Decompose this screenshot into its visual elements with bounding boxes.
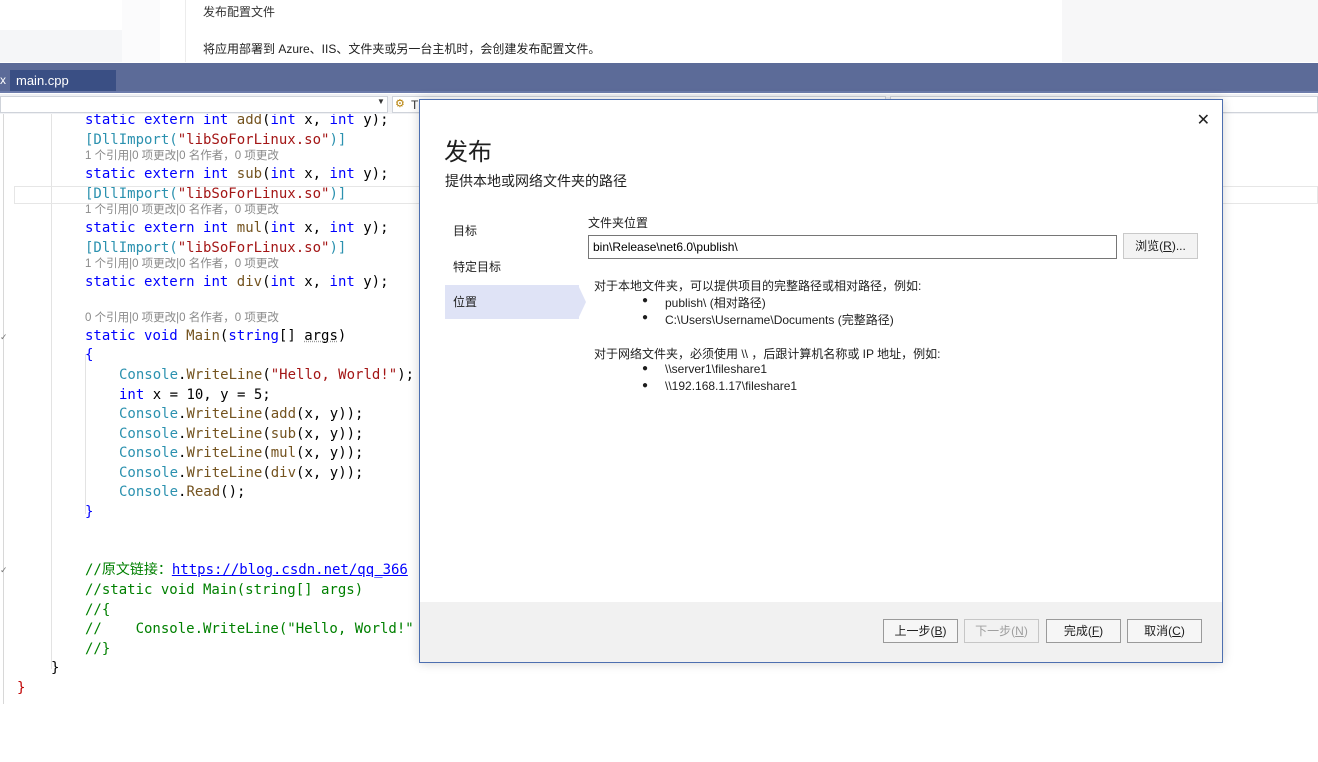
code-line-comment-2: //static void Main(string[] args) [85,582,364,598]
code-line-body-6: Console.WriteLine(div(x, y)); [119,465,364,481]
nav-active-arrow [578,285,586,319]
code-line-class-close: } [51,660,60,676]
close-icon[interactable]: ✕ [1197,110,1210,130]
fold-marker[interactable]: ✓ [0,332,8,343]
project-combo[interactable] [0,96,388,113]
code-line-import-2: [DllImport("libSoForLinux.so")] [85,186,347,202]
folder-path-input[interactable] [588,235,1117,259]
code-line-comment-5: //} [85,641,111,657]
local-folder-help: 对于本地文件夹，可以提供项目的完整路径或相对路径，例如: [594,279,922,293]
cancel-button[interactable]: 取消(C) [1127,619,1202,643]
code-line-import-3: [DllImport("libSoForLinux.so")] [85,240,347,256]
code-line-body-5: Console.WriteLine(mul(x, y)); [119,445,364,461]
code-line-main: static void Main(string[] args) [85,328,347,344]
publish-dialog: ✕ 发布 提供本地或网络文件夹的路径 目标 特定目标 位置 文件夹位置 浏览(R… [419,99,1223,663]
network-example-1: \\server1\fileshare1 [665,362,768,376]
code-line-div: static extern int div(int x, int y); [85,274,389,290]
publish-card-description: 将应用部署到 Azure、IIS、文件夹或另一台主机时，会创建发布配置文件。 [203,42,601,56]
code-line-body-2: int x = 10, y = 5; [119,387,271,403]
next-button[interactable]: 下一步(N) [964,619,1039,643]
bullet-icon: ● [642,295,649,306]
chevron-down-icon[interactable]: ▼ [377,97,385,106]
bullet-icon: ● [642,312,649,323]
codelens-2[interactable]: 1 个引用|0 项更改|0 名作者，0 项更改 [85,203,279,218]
top-right-pane [1062,0,1318,62]
network-folder-help: 对于网络文件夹，必须使用 \\ ，后跟计算机名称或 IP 地址，例如: [594,347,941,361]
codelens-4[interactable]: 0 个引用|0 项更改|0 名作者，0 项更改 [85,311,279,326]
code-line-namespace-close: } [17,680,26,696]
code-line-comment-4: // Console.WriteLine("Hello, World!" [85,621,414,637]
publish-profile-card: 发布配置文件 将应用部署到 Azure、IIS、文件夹或另一台主机时，会创建发布… [185,0,1064,62]
prev-button[interactable]: 上一步(B) [883,619,958,643]
nav-item-location[interactable]: 位置 [445,285,579,319]
local-example-1: publish\ (相对路径) [665,296,766,310]
type-combo-text: T [411,98,419,112]
bullet-icon: ● [642,380,649,391]
code-line-body-3: Console.WriteLine(add(x, y)); [119,406,364,422]
code-line-mul: static extern int mul(int x, int y); [85,220,389,236]
dialog-subtitle: 提供本地或网络文件夹的路径 [445,173,627,189]
codelens-3[interactable]: 1 个引用|0 项更改|0 名作者，0 项更改 [85,257,279,272]
code-line-import-1: [DllImport("libSoForLinux.so")] [85,132,347,148]
class-icon: ⚙ [395,98,405,110]
code-line-body-7: Console.Read(); [119,484,246,500]
document-tab-bar [0,63,1318,92]
nav-item-target[interactable]: 目标 [445,214,579,248]
code-line-comment-3: //{ [85,602,111,618]
top-divider-strip [122,0,160,62]
network-example-2: \\192.168.1.17\fileshare1 [665,379,798,393]
code-line-sub: static extern int sub(int x, int y); [85,166,389,182]
code-line-open-brace: { [85,347,94,363]
top-left-strip [0,30,122,62]
code-line-close-brace: } [85,504,94,520]
local-example-2: C:\Users\Username\Documents (完整路径) [665,313,894,327]
codelens-1[interactable]: 1 个引用|0 项更改|0 名作者，0 项更改 [85,149,279,164]
indent-guide [85,354,86,514]
gutter-line [3,114,4,704]
code-line-comment-link: //原文链接：https://blog.csdn.net/qq_366 [85,562,408,578]
code-line-add: static extern int add(int x, int y); [85,114,389,128]
source-link[interactable]: https://blog.csdn.net/qq_366 [172,562,408,578]
browse-button[interactable]: 浏览(R)... [1123,233,1198,259]
tab-main-cpp[interactable]: main.cpp [10,70,116,92]
dialog-title: 发布 [444,139,492,166]
nav-item-specific-target[interactable]: 特定目标 [445,250,579,284]
tab-close-icon[interactable]: x [0,71,10,89]
publish-card-title: 发布配置文件 [203,5,276,19]
finish-button[interactable]: 完成(F) [1046,619,1121,643]
tab-bar-underline [0,91,1318,93]
bullet-icon: ● [642,363,649,374]
code-line-body-1: Console.WriteLine("Hello, World!"); [119,367,415,383]
code-line-body-4: Console.WriteLine(sub(x, y)); [119,426,364,442]
folder-location-label: 文件夹位置 [588,216,649,230]
fold-marker[interactable]: ✓ [0,565,8,576]
